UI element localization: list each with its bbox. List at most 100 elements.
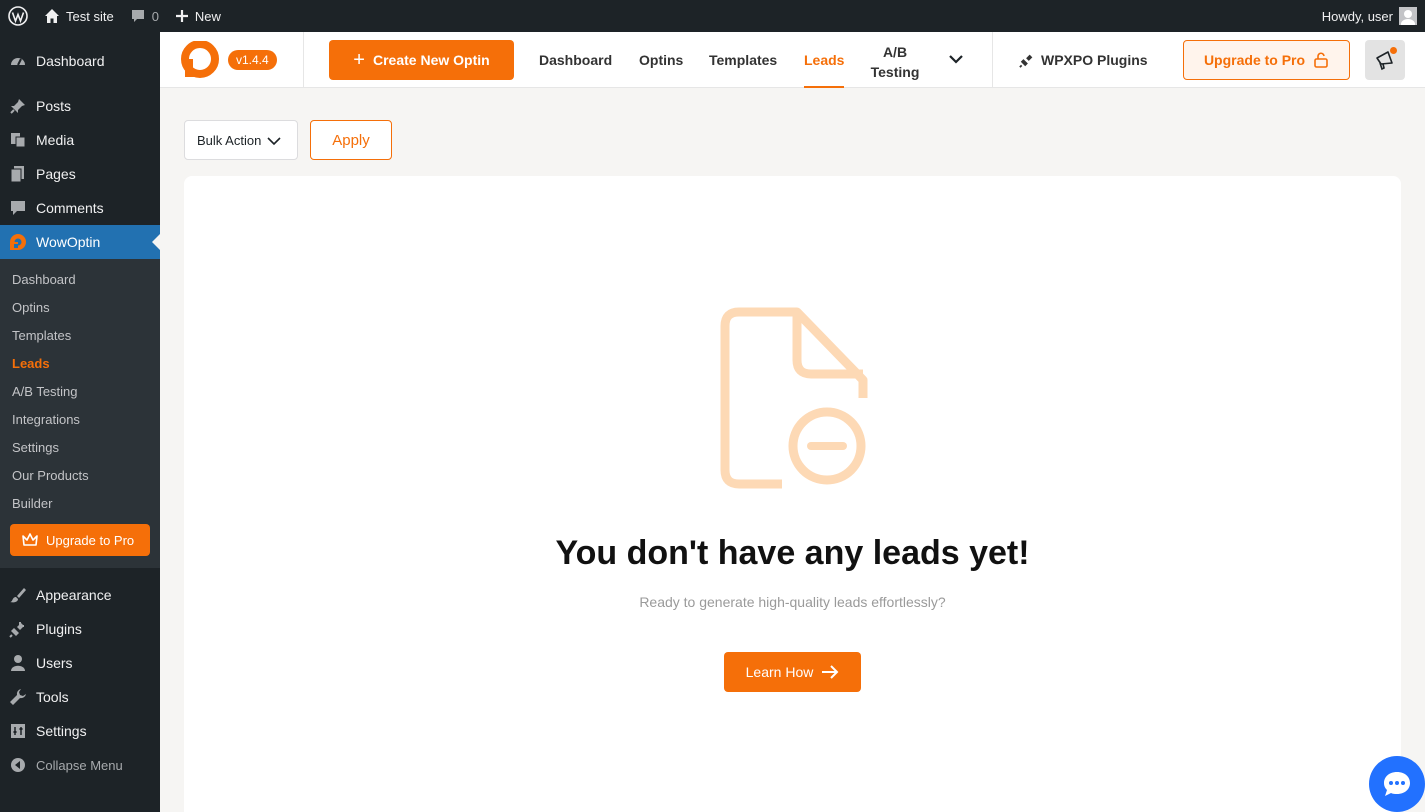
settings-icon — [8, 721, 28, 741]
menu-label: Tools — [36, 689, 69, 705]
announcements-button[interactable] — [1365, 40, 1405, 80]
wowoptin-submenu: Dashboard Optins Templates Leads A/B Tes… — [0, 259, 160, 568]
brush-icon — [8, 585, 28, 605]
home-icon — [45, 9, 59, 23]
collapse-icon — [8, 755, 28, 775]
avatar — [1399, 7, 1417, 25]
my-account[interactable]: Howdy, user — [1314, 0, 1425, 32]
menu-wowoptin[interactable]: WowOptin — [0, 225, 160, 259]
create-label: Create New Optin — [372, 52, 490, 68]
comments-link[interactable]: 0 — [122, 0, 167, 32]
nav-ab-testing[interactable]: A/B Testing — [869, 42, 921, 82]
comment-icon — [131, 10, 144, 22]
nav-leads[interactable]: Leads — [804, 32, 845, 88]
menu-label: Users — [36, 655, 73, 671]
submenu-dashboard[interactable]: Dashboard — [0, 265, 160, 293]
submenu-ab-testing[interactable]: A/B Testing — [0, 377, 160, 405]
wpxpo-plugins-link[interactable]: WPXPO Plugins — [1019, 32, 1148, 88]
empty-title: You don't have any leads yet! — [555, 534, 1030, 572]
submenu-templates[interactable]: Templates — [0, 321, 160, 349]
plugins-label: WPXPO Plugins — [1041, 52, 1148, 68]
site-name-link[interactable]: Test site — [36, 0, 122, 32]
menu-label: Dashboard — [36, 53, 105, 69]
menu-appearance[interactable]: Appearance — [0, 578, 160, 612]
comments-count: 0 — [151, 8, 159, 24]
menu-label: WowOptin — [36, 234, 101, 250]
pin-icon — [8, 96, 28, 116]
bulk-action-select[interactable]: Bulk Action — [184, 120, 298, 160]
menu-media[interactable]: Media — [0, 123, 160, 157]
wrench-icon — [8, 687, 28, 707]
learn-how-button[interactable]: Learn How — [724, 652, 861, 692]
menu-label: Appearance — [36, 587, 112, 603]
new-content-link[interactable]: New — [167, 0, 229, 32]
nav-optins[interactable]: Optins — [639, 32, 683, 88]
chat-icon — [1384, 772, 1410, 796]
sidebar-upgrade-label: Upgrade to Pro — [46, 532, 135, 548]
version-badge: v1.4.4 — [228, 50, 277, 70]
plugin-icon — [8, 619, 28, 639]
plus-icon: + — [353, 49, 365, 71]
plugin-icon — [1019, 54, 1033, 68]
submenu-optins[interactable]: Optins — [0, 293, 160, 321]
menu-label: Plugins — [36, 621, 82, 637]
collapse-menu-button[interactable]: Collapse Menu — [0, 748, 160, 782]
upgrade-to-pro-button[interactable]: Upgrade to Pro — [1183, 40, 1350, 80]
chevron-down-icon[interactable] — [946, 49, 966, 69]
menu-plugins[interactable]: Plugins — [0, 612, 160, 646]
submenu-builder[interactable]: Builder — [0, 489, 160, 517]
nav-templates[interactable]: Templates — [709, 32, 777, 88]
menu-tools[interactable]: Tools — [0, 680, 160, 714]
sidebar-upgrade-button[interactable]: Upgrade to Pro — [10, 524, 150, 556]
pages-icon — [8, 164, 28, 184]
user-icon — [8, 653, 28, 673]
menu-label: Posts — [36, 98, 72, 114]
menu-label: Comments — [36, 200, 104, 216]
leads-empty-card: You don't have any leads yet! Ready to g… — [184, 176, 1401, 812]
unlock-icon — [1314, 52, 1328, 68]
wowoptin-icon — [8, 232, 28, 252]
menu-settings[interactable]: Settings — [0, 714, 160, 748]
submenu-leads[interactable]: Leads — [0, 349, 160, 377]
nav-dashboard[interactable]: Dashboard — [539, 32, 612, 88]
create-new-optin-button[interactable]: + Create New Optin — [329, 40, 514, 80]
collapse-label: Collapse Menu — [36, 757, 123, 773]
bulk-action-value: Bulk Action — [197, 132, 262, 148]
chevron-down-icon — [267, 137, 281, 146]
howdy-text: Howdy, user — [1321, 8, 1393, 24]
arrow-right-icon — [822, 665, 839, 679]
wowoptin-logo-icon[interactable] — [180, 41, 220, 81]
admin-sidebar: Dashboard Posts Media Pages Comments Wow… — [0, 32, 160, 812]
dashboard-icon — [8, 51, 28, 71]
chat-support-button[interactable] — [1369, 756, 1425, 812]
menu-pages[interactable]: Pages — [0, 157, 160, 191]
comment-icon — [8, 198, 28, 218]
notification-dot — [1390, 47, 1397, 54]
plus-icon — [175, 10, 188, 22]
menu-users[interactable]: Users — [0, 646, 160, 680]
nav-ab-line1: A/B — [882, 44, 908, 60]
wordpress-logo-icon[interactable] — [0, 0, 36, 32]
menu-label: Pages — [36, 166, 76, 182]
plugin-header: v1.4.4 + Create New Optin Dashboard Opti… — [160, 32, 1425, 88]
menu-posts[interactable]: Posts — [0, 89, 160, 123]
menu-label: Settings — [36, 723, 87, 739]
learn-how-label: Learn How — [745, 664, 814, 680]
submenu-integrations[interactable]: Integrations — [0, 405, 160, 433]
empty-document-icon — [720, 307, 868, 489]
header-divider — [303, 32, 304, 88]
menu-dashboard[interactable]: Dashboard — [0, 44, 160, 78]
upgrade-label: Upgrade to Pro — [1203, 52, 1306, 68]
apply-button[interactable]: Apply — [310, 120, 392, 160]
crown-icon — [22, 533, 38, 546]
menu-comments[interactable]: Comments — [0, 191, 160, 225]
new-label: New — [194, 8, 221, 24]
header-divider — [992, 32, 993, 88]
menu-label: Media — [36, 132, 75, 148]
nav-ab-line2: Testing — [870, 64, 920, 80]
empty-subtitle: Ready to generate high-quality leads eff… — [639, 594, 946, 610]
media-icon — [8, 130, 28, 150]
submenu-settings[interactable]: Settings — [0, 433, 160, 461]
submenu-our-products[interactable]: Our Products — [0, 461, 160, 489]
site-name: Test site — [66, 8, 114, 24]
